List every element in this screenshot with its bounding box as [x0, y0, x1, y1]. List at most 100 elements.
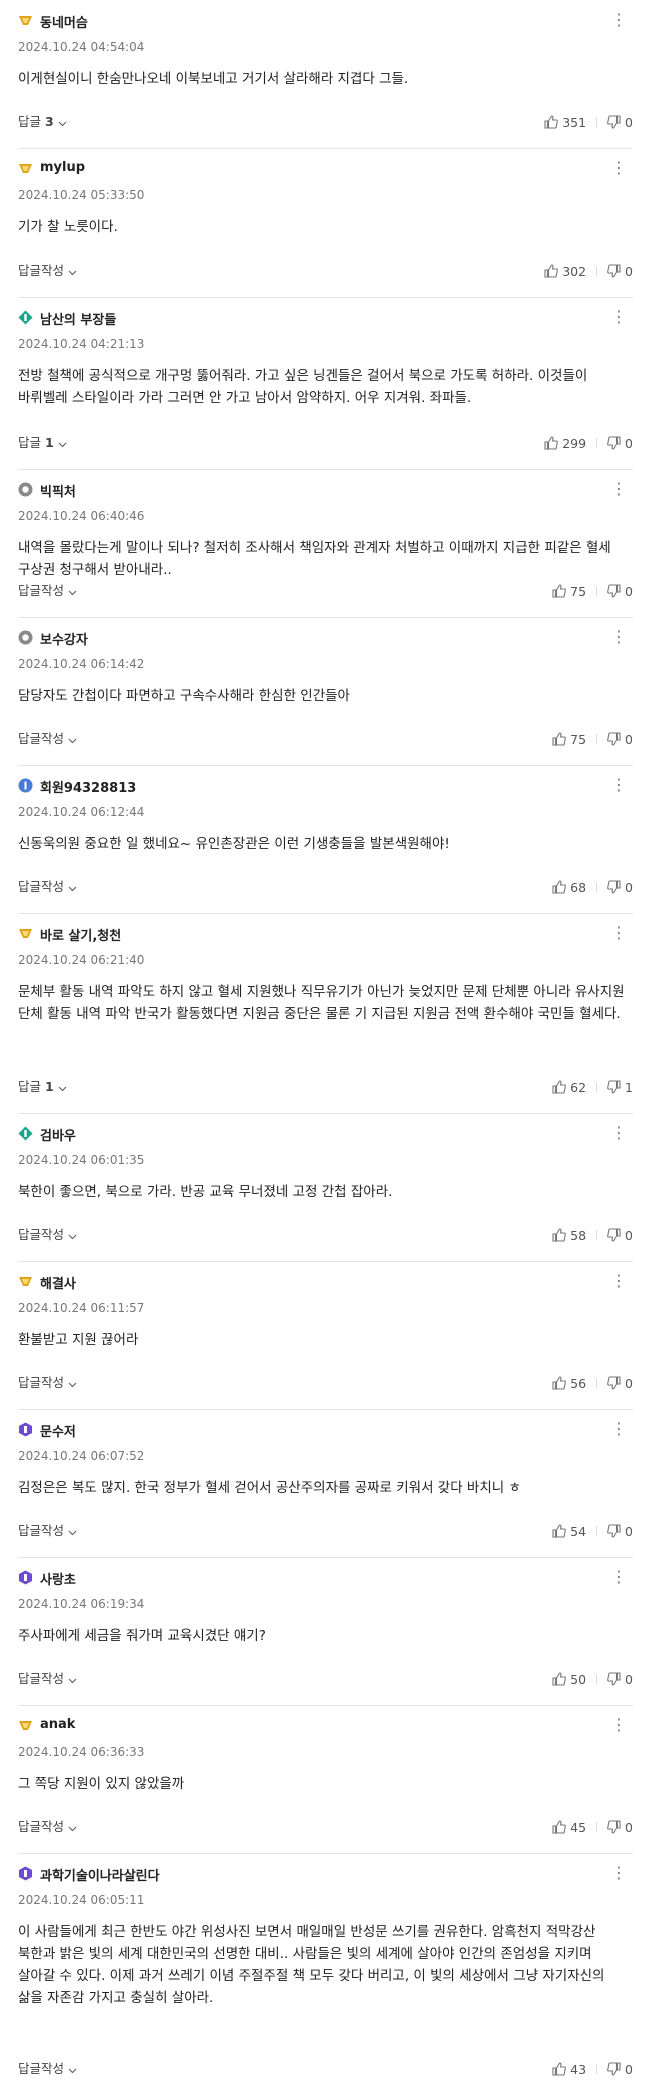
thumbs-down-icon: [607, 115, 625, 129]
reply-button[interactable]: 답글작성: [18, 729, 77, 750]
user-grade-badge-icon: [18, 1422, 33, 1437]
more-options-icon[interactable]: ⋮: [611, 1863, 627, 1885]
user-grade-badge-icon: [18, 1570, 33, 1585]
dislike-count: 0: [625, 2061, 633, 2077]
thumbs-down-icon: [607, 1820, 625, 1834]
vote-divider: [596, 586, 598, 596]
reply-button[interactable]: 답글작성: [18, 2059, 77, 2080]
dislike-button[interactable]: 0: [607, 264, 633, 279]
thumbs-up-icon: [544, 436, 562, 450]
reply-button[interactable]: 답글작성: [18, 261, 77, 282]
comment-author[interactable]: 해결사: [40, 1273, 76, 1292]
comment-author[interactable]: 과학기술이나라살린다: [40, 1865, 160, 1884]
reply-label: 답글작성: [18, 1375, 65, 1390]
like-button[interactable]: 68: [552, 880, 586, 895]
dislike-button[interactable]: 0: [607, 1524, 633, 1539]
reply-button[interactable]: 답글작성: [18, 1373, 77, 1394]
like-button[interactable]: 50: [552, 1672, 586, 1687]
vote-divider: [596, 1526, 598, 1536]
like-button[interactable]: 54: [552, 1524, 586, 1539]
dislike-button[interactable]: 0: [607, 880, 633, 895]
dislike-button[interactable]: 0: [607, 584, 633, 599]
dislike-button[interactable]: 0: [607, 2062, 633, 2077]
comment-author[interactable]: 검바우: [40, 1125, 76, 1144]
comment-author[interactable]: 바로 살기,청천: [40, 925, 121, 944]
comment-item: 검바우 ⋮ 2024.10.24 06:01:35 북한이 좋으면, 북으로 가라. …: [18, 1113, 633, 1262]
dislike-button[interactable]: 0: [607, 115, 633, 130]
comment-author[interactable]: 사랑초: [40, 1569, 76, 1588]
comment-author[interactable]: 문수저: [40, 1421, 76, 1440]
vote-group: 302 0: [544, 261, 633, 281]
comment-text: 신동욱의원 중요한 일 했네요~ 유인촌장관은 이런 기생충들을 발본색원해야!: [18, 836, 450, 852]
reply-button[interactable]: 답글작성: [18, 1521, 77, 1542]
more-options-icon[interactable]: ⋮: [611, 479, 627, 501]
like-button[interactable]: 75: [552, 584, 586, 599]
dislike-button[interactable]: 1: [607, 1080, 633, 1095]
comment-item: 동네머슴 ⋮ 2024.10.24 04:54:04 이게현실이니 한숨만나오네 이북…: [18, 0, 633, 149]
dislike-button[interactable]: 0: [607, 1820, 633, 1835]
more-options-icon[interactable]: ⋮: [611, 1419, 627, 1441]
more-options-icon[interactable]: ⋮: [611, 1271, 627, 1293]
chevron-down-icon: [68, 730, 77, 750]
reply-button[interactable]: 답글작성: [18, 1669, 77, 1690]
more-options-icon[interactable]: ⋮: [611, 775, 627, 797]
like-count: 75: [570, 583, 587, 599]
comment-header: 검바우 ⋮: [18, 1123, 633, 1145]
more-options-icon[interactable]: ⋮: [611, 1123, 627, 1145]
like-button[interactable]: 56: [552, 1376, 586, 1391]
reply-button[interactable]: 답글작성: [18, 1817, 77, 1838]
reply-button[interactable]: 답글 1: [18, 433, 67, 454]
reply-count: 1: [45, 435, 54, 450]
more-options-icon[interactable]: ⋮: [611, 923, 627, 945]
thumbs-up-icon: [552, 732, 570, 746]
reply-button[interactable]: 답글 3: [18, 112, 67, 133]
comment-author[interactable]: mylup: [40, 160, 85, 175]
like-button[interactable]: 58: [552, 1228, 586, 1243]
dislike-count: 0: [625, 1671, 633, 1687]
dislike-count: 0: [625, 1227, 633, 1243]
more-options-icon[interactable]: ⋮: [611, 10, 627, 32]
more-options-icon[interactable]: ⋮: [611, 1715, 627, 1737]
user-grade-badge-icon: [18, 13, 33, 28]
reply-button[interactable]: 답글작성: [18, 581, 77, 602]
dislike-button[interactable]: 0: [607, 1376, 633, 1391]
comment-header: 문수저 ⋮: [18, 1419, 633, 1441]
reply-label: 답글작성: [18, 1227, 65, 1242]
thumbs-down-icon: [607, 584, 625, 598]
dislike-button[interactable]: 0: [607, 1228, 633, 1243]
like-button[interactable]: 45: [552, 1820, 586, 1835]
chevron-down-icon: [58, 113, 67, 133]
more-options-icon[interactable]: ⋮: [611, 627, 627, 649]
dislike-button[interactable]: 0: [607, 732, 633, 747]
reply-button[interactable]: 답글작성: [18, 877, 77, 898]
like-button[interactable]: 351: [544, 115, 586, 130]
comment-author[interactable]: 보수강자: [40, 629, 88, 648]
more-options-icon[interactable]: ⋮: [611, 158, 627, 180]
dislike-button[interactable]: 0: [607, 1672, 633, 1687]
like-button[interactable]: 43: [552, 2062, 586, 2077]
reply-button[interactable]: 답글 1: [18, 1077, 67, 1098]
like-button[interactable]: 62: [552, 1080, 586, 1095]
comment-actions: 답글작성 302 0: [18, 261, 633, 281]
comment-author[interactable]: 동네머슴: [40, 12, 88, 31]
comment-author[interactable]: 빅픽처: [40, 481, 76, 500]
reply-count: 1: [45, 1079, 54, 1094]
more-options-icon[interactable]: ⋮: [611, 307, 627, 329]
more-options-icon[interactable]: ⋮: [611, 1567, 627, 1589]
like-button[interactable]: 302: [544, 264, 586, 279]
comment-author[interactable]: 회원94328813: [40, 777, 136, 796]
user-grade-badge-icon: [18, 161, 33, 176]
thumbs-up-icon: [552, 1524, 570, 1538]
vote-divider: [596, 266, 598, 276]
like-button[interactable]: 75: [552, 732, 586, 747]
thumbs-down-icon: [607, 732, 625, 746]
comment-actions: 답글작성 45 0: [18, 1817, 633, 1837]
vote-group: 45 0: [552, 1817, 633, 1837]
dislike-button[interactable]: 0: [607, 436, 633, 451]
reply-button[interactable]: 답글작성: [18, 1225, 77, 1246]
comment-date: 2024.10.24 06:12:44: [18, 805, 145, 819]
comment-author[interactable]: 남산의 부장들: [40, 309, 116, 328]
comment-author[interactable]: anak: [40, 1717, 75, 1732]
thumbs-up-icon: [544, 115, 562, 129]
like-button[interactable]: 299: [544, 436, 586, 451]
